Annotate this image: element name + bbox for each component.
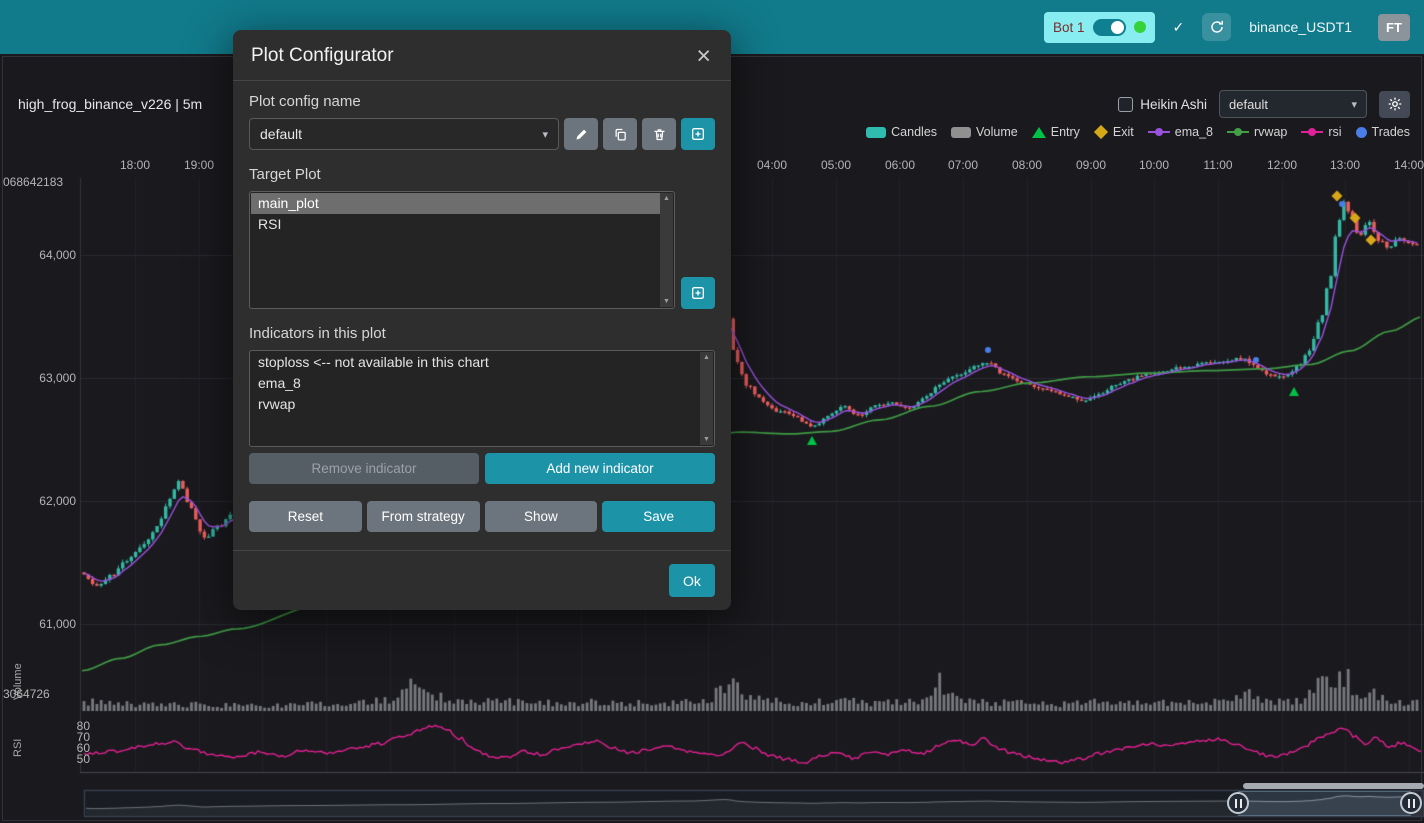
plus-square-icon	[690, 126, 706, 142]
from-strategy-button[interactable]: From strategy	[367, 501, 480, 532]
target-plot-label: Target Plot	[249, 166, 715, 183]
modal-footer: Ok	[233, 550, 731, 610]
entry-swatch-icon	[1032, 127, 1046, 138]
delete-config-button[interactable]	[642, 118, 676, 150]
heikin-ashi-label: Heikin Ashi	[1140, 97, 1207, 112]
legend-label: Exit	[1113, 125, 1134, 139]
legend-label: ema_8	[1175, 125, 1213, 139]
chevron-down-icon: ▾	[1351, 98, 1357, 111]
bot-online-dot	[1134, 21, 1146, 33]
legend-item-rsi[interactable]: rsi	[1301, 125, 1341, 139]
plot-config-name-label: Plot config name	[249, 93, 715, 110]
indicator-buttons-row: Remove indicator Add new indicator	[249, 453, 715, 484]
plus-square-icon	[690, 285, 706, 301]
legend-label: Volume	[976, 125, 1018, 139]
add-new-indicator-button[interactable]: Add new indicator	[485, 453, 715, 484]
indicators-scrollbar[interactable]: ▲ ▼	[700, 352, 713, 445]
plot-configurator-modal: Plot Configurator × Plot config name def…	[233, 30, 731, 610]
gear-icon	[1387, 96, 1403, 112]
save-button[interactable]: Save	[602, 501, 715, 532]
chevron-down-icon: ▾	[542, 128, 548, 141]
legend-item-candles[interactable]: Candles	[866, 125, 937, 139]
target-plot-option[interactable]: RSI	[251, 214, 660, 235]
ft-logo-button[interactable]: FT	[1378, 14, 1410, 41]
legend-label: rvwap	[1254, 125, 1287, 139]
duplicate-config-button[interactable]	[603, 118, 637, 150]
indicator-option[interactable]: ema_8	[251, 373, 700, 394]
rvwap-swatch-icon	[1227, 131, 1249, 133]
target-plot-scrollbar[interactable]: ▲ ▼	[660, 193, 673, 307]
indicator-option[interactable]: stoploss <-- not available in this chart	[251, 352, 700, 373]
trades-swatch-icon	[1356, 127, 1367, 138]
add-config-button[interactable]	[681, 118, 715, 150]
ema_8-swatch-icon	[1148, 131, 1170, 133]
legend-item-rvwap[interactable]: rvwap	[1227, 125, 1287, 139]
legend-item-trades[interactable]: Trades	[1356, 125, 1410, 139]
modal-title: Plot Configurator	[251, 45, 394, 67]
pair-label: binance_USDT1	[1249, 19, 1352, 35]
app: Bot 1 ✓ binance_USDT1 FT high_frog_binan…	[0, 0, 1424, 823]
scroll-up-icon[interactable]: ▲	[663, 195, 670, 202]
rsi-swatch-icon	[1301, 131, 1323, 133]
heikin-ashi-control[interactable]: Heikin Ashi	[1118, 97, 1207, 112]
scroll-down-icon[interactable]: ▼	[703, 436, 710, 443]
legend-label: Entry	[1051, 125, 1080, 139]
bot-name: Bot 1	[1053, 20, 1085, 35]
scroll-down-icon[interactable]: ▼	[663, 298, 670, 305]
heikin-ashi-checkbox[interactable]	[1118, 97, 1133, 112]
ok-button[interactable]: Ok	[669, 564, 715, 597]
indicator-option[interactable]: rvwap	[251, 394, 700, 415]
plot-config-name-select[interactable]: default ▾	[249, 118, 559, 150]
datazoom-selected-region[interactable]	[1238, 791, 1411, 816]
modal-body: Plot config name default ▾	[233, 81, 731, 550]
config-buttons-row: Reset From strategy Show Save	[249, 501, 715, 532]
reset-button[interactable]: Reset	[249, 501, 362, 532]
chart-title: high_frog_binance_v226 | 5m	[18, 96, 202, 112]
refresh-button[interactable]	[1202, 13, 1231, 41]
check-icon: ✓	[1173, 19, 1185, 36]
remove-indicator-button[interactable]: Remove indicator	[249, 453, 479, 484]
close-button[interactable]: ×	[694, 46, 713, 66]
indicators-label: Indicators in this plot	[249, 325, 715, 342]
legend-item-entry[interactable]: Entry	[1032, 125, 1080, 139]
datazoom-right-handle[interactable]	[1400, 792, 1422, 814]
indicator-items: stoploss <-- not available in this chart…	[251, 352, 700, 415]
config-row: default ▾	[249, 118, 715, 150]
indicators-list[interactable]: stoploss <-- not available in this chart…	[249, 350, 715, 447]
target-plot-actions	[681, 191, 715, 309]
refresh-icon	[1209, 19, 1225, 35]
chart-legend: Candles Volume Entry Exit ema_8 rvwap rsi Trade…	[866, 123, 1410, 141]
horizontal-scrollbar-thumb[interactable]	[1243, 783, 1424, 789]
plot-config-name-value: default	[260, 126, 302, 142]
bot-toggle[interactable]	[1093, 19, 1126, 36]
add-target-plot-button[interactable]	[681, 277, 715, 309]
show-button[interactable]: Show	[485, 501, 598, 532]
copy-icon	[613, 127, 628, 142]
chart-controls: Heikin Ashi default ▾	[1118, 90, 1410, 118]
plot-config-select[interactable]: default ▾	[1219, 90, 1367, 118]
pencil-icon	[574, 127, 589, 142]
target-plot-list[interactable]: main_plotRSI ▲ ▼	[249, 191, 675, 309]
datazoom-left-handle[interactable]	[1227, 792, 1249, 814]
legend-item-volume[interactable]: Volume	[951, 125, 1018, 139]
plot-settings-button[interactable]	[1379, 91, 1410, 118]
target-row: main_plotRSI ▲ ▼	[249, 191, 715, 309]
edit-config-button[interactable]	[564, 118, 598, 150]
trash-icon	[652, 127, 667, 142]
target-plot-items: main_plotRSI	[251, 193, 660, 235]
modal-header: Plot Configurator ×	[233, 30, 731, 81]
target-plot-option[interactable]: main_plot	[251, 193, 660, 214]
toggle-knob	[1111, 21, 1124, 34]
legend-item-exit[interactable]: Exit	[1094, 125, 1134, 139]
volume-swatch-icon	[951, 127, 971, 138]
legend-label: Trades	[1372, 125, 1410, 139]
exit-swatch-icon	[1094, 125, 1108, 139]
bot-selector[interactable]: Bot 1	[1044, 12, 1155, 43]
legend-label: rsi	[1328, 125, 1341, 139]
legend-label: Candles	[891, 125, 937, 139]
candles-swatch-icon	[866, 127, 886, 138]
plot-config-select-value: default	[1229, 97, 1268, 112]
scroll-up-icon[interactable]: ▲	[703, 354, 710, 361]
legend-item-ema_8[interactable]: ema_8	[1148, 125, 1213, 139]
